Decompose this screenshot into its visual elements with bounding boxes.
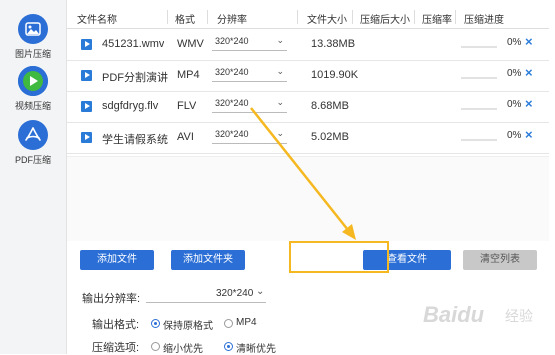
watermark-sub: 经验 xyxy=(505,308,533,324)
baidu-watermark: Baidu 经验 xyxy=(423,296,549,348)
chevron-down-icon: ⌄ xyxy=(256,286,265,297)
compress-quality-first-label: 清晰优先 xyxy=(236,344,276,355)
output-resolution-select[interactable]: 320*240 ⌄ xyxy=(146,286,266,303)
output-resolution-value: 320*240 xyxy=(216,288,254,299)
output-resolution-label: 输出分辨率: xyxy=(82,293,141,305)
compress-quality-first-radio[interactable] xyxy=(224,342,233,351)
format-mp4-radio[interactable] xyxy=(224,319,233,328)
compress-size-first-radio[interactable] xyxy=(151,342,160,351)
output-format-label: 输出格式: xyxy=(92,319,140,331)
compress-size-first-label: 缩小优先 xyxy=(163,344,203,355)
format-keep-original-label: 保持原格式 xyxy=(163,321,213,332)
format-mp4-label: MP4 xyxy=(236,317,257,328)
compress-option-label: 压缩选项: xyxy=(92,342,140,354)
watermark-text: Baidu xyxy=(423,302,485,327)
format-keep-original-radio[interactable] xyxy=(151,319,160,328)
